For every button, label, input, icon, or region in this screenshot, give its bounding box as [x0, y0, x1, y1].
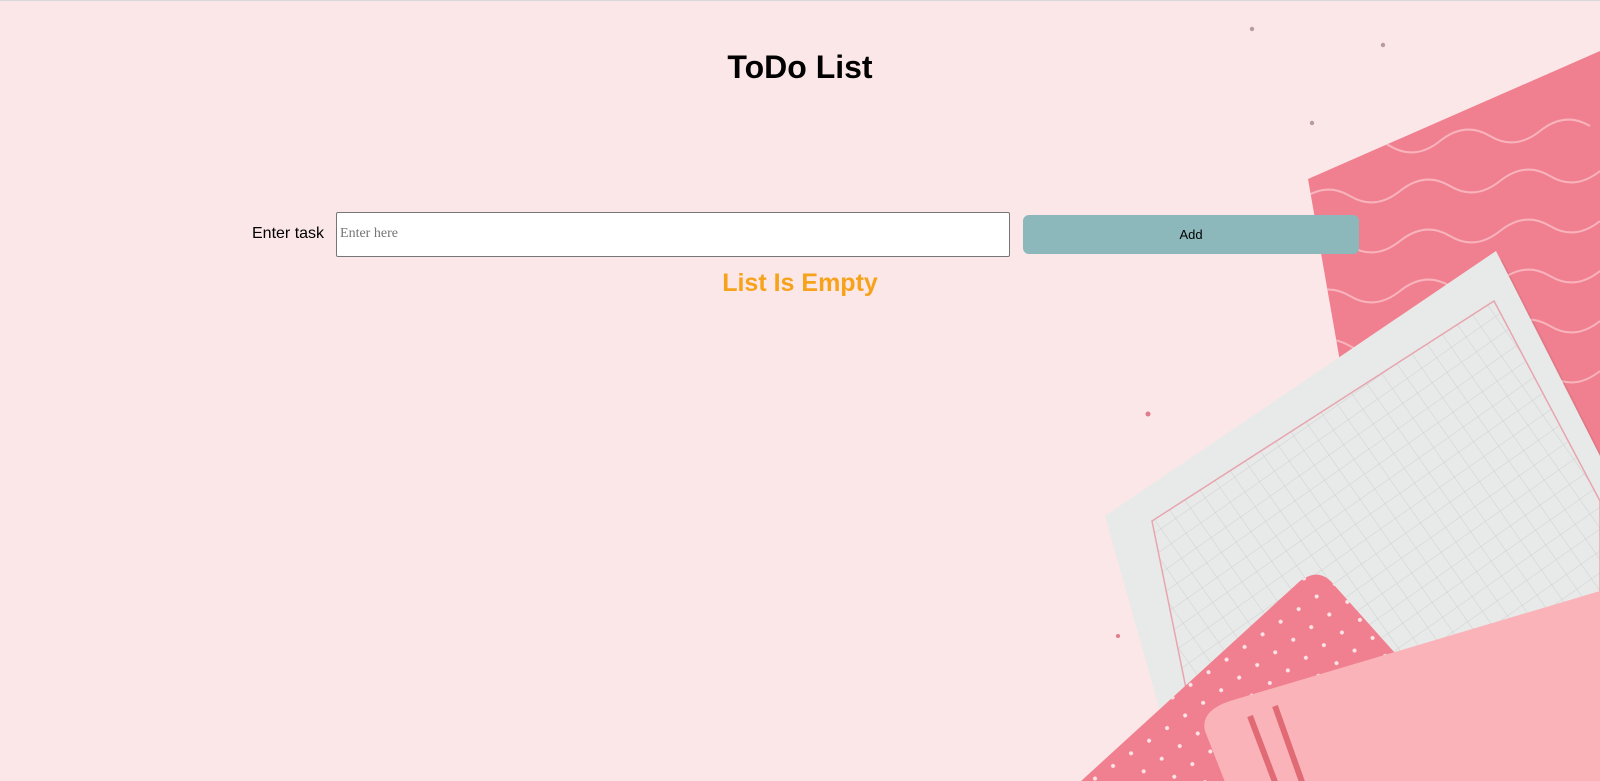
task-form: Enter task Add — [252, 211, 1360, 257]
task-input[interactable] — [336, 211, 1011, 257]
task-label: Enter task — [252, 225, 325, 242]
background-notebook-illustration — [1081, 26, 1600, 781]
page-title: ToDo List — [727, 49, 873, 85]
empty-list-message: List Is Empty — [722, 269, 878, 297]
add-button[interactable]: Add — [1023, 214, 1360, 254]
